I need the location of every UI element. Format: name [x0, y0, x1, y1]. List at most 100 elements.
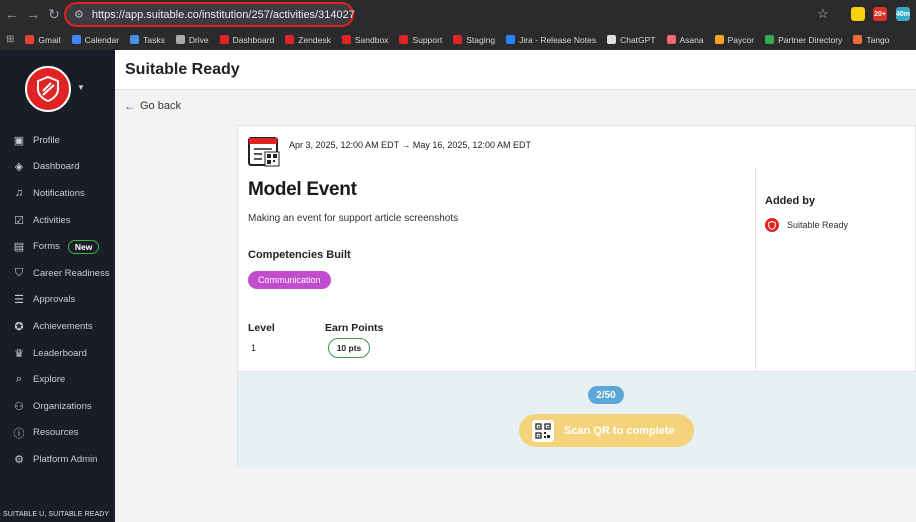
address-bar[interactable]: ⚙ https://app.suitable.co/institution/25… — [64, 2, 355, 27]
bookmark-label: Staging — [466, 34, 496, 45]
sidebar-item-organizations[interactable]: ⚇ Organizations — [0, 393, 115, 420]
bookmark-label: Paycor — [727, 34, 755, 45]
bookmark-partner-directory[interactable]: Partner Directory — [765, 35, 842, 45]
completion-panel: 2/50 Scan QR to complete — [238, 371, 916, 467]
bookmark-support[interactable]: Support — [399, 35, 442, 45]
go-back-link[interactable]: ← Go back — [124, 99, 181, 113]
sidebar-item-leaderboard[interactable]: ♛ Leaderboard — [0, 340, 115, 367]
bookmark-calendar[interactable]: Calendar — [71, 34, 120, 45]
sidebar-item-label: Leaderboard — [33, 347, 87, 359]
list-check-icon: ☰ — [14, 294, 24, 307]
sidebar-item-notifications[interactable]: ♫ Notifications — [0, 180, 115, 207]
sidebar-item-label: Achievements — [33, 320, 93, 332]
competency-chip: Communication — [248, 271, 331, 289]
competencies-heading: Competencies Built — [248, 249, 351, 261]
checkbox-icon: ☑ — [14, 214, 24, 227]
scan-qr-button[interactable]: Scan QR to complete — [519, 414, 694, 447]
bookmark-label: Dashboard — [232, 34, 275, 45]
bookmark-drive[interactable]: Drive — [175, 34, 209, 45]
sidebar-nav: ▣ Profile ◈ Dashboard ♫ Notifications ☑ Activit… — [0, 127, 115, 473]
sidebar-item-platform-admin[interactable]: ⚙ Platform Admin — [0, 446, 115, 473]
column-divider — [755, 168, 756, 371]
profile-icon: ▣ — [13, 134, 25, 147]
new-badge: New — [67, 239, 100, 254]
level-value: 1 — [251, 343, 257, 353]
bookmark-jira-release-notes[interactable]: Jira - Release Notes — [506, 35, 596, 45]
reload-icon[interactable]: ↻ — [45, 5, 63, 23]
bookmark-favicon-icon — [853, 35, 863, 44]
sidebar-item-achievements[interactable]: ✪ Achievements — [0, 313, 115, 340]
sidebar-item-forms[interactable]: ▤ Forms New — [0, 233, 115, 260]
bookmark-favicon-icon — [71, 35, 81, 44]
org-logo-icon — [765, 218, 779, 232]
added-by-heading: Added by — [765, 195, 816, 207]
bookmark-label: Drive — [188, 34, 209, 45]
sidebar-item-career-readiness[interactable]: ⛉ Career Readiness — [0, 260, 115, 287]
shield-logo-icon — [37, 76, 59, 102]
sidebar-item-label: Organizations — [33, 400, 92, 412]
bookmark-chatgpt[interactable]: ChatGPT — [607, 35, 656, 45]
logo-caret-icon[interactable]: ▼ — [77, 83, 85, 92]
sidebar-item-label: Profile — [33, 134, 60, 146]
bookmark-dashboard[interactable]: Dashboard — [219, 34, 275, 45]
apps-grid-icon[interactable]: ⊞ — [6, 34, 14, 45]
bookmark-label: Asana — [679, 34, 704, 45]
bookmark-favicon-icon — [765, 35, 775, 44]
bookmark-label: Jira - Release Notes — [519, 34, 597, 45]
bookmark-tasks[interactable]: Tasks — [130, 35, 165, 45]
bookmark-asana[interactable]: Asana — [666, 34, 704, 45]
bookmark-label: Tasks — [143, 34, 165, 45]
sidebar-item-profile[interactable]: ▣ Profile — [0, 127, 115, 154]
shield-icon: ⛉ — [14, 266, 24, 279]
bookmark-sandbox[interactable]: Sandbox — [341, 35, 388, 45]
bell-icon: ♫ — [14, 187, 24, 200]
page-header: Suitable Ready — [115, 50, 916, 90]
sidebar-item-label: Approvals — [33, 294, 76, 306]
bookmark-star-icon[interactable]: ☆ — [817, 6, 829, 22]
bookmark-favicon-icon — [607, 35, 617, 44]
event-date-range: Apr 3, 2025, 12:00 AM EDT → May 16, 2025… — [289, 140, 531, 150]
added-by-org[interactable]: Suitable Ready — [765, 218, 848, 232]
back-arrow-icon[interactable]: ← — [3, 5, 21, 23]
site-settings-icon[interactable]: ⚙ — [74, 8, 84, 21]
qr-code-icon — [532, 419, 554, 442]
url-text: https://app.suitable.co/institution/257/… — [91, 8, 355, 21]
earn-points-label: Earn Points — [325, 322, 384, 334]
bookmark-favicon-icon — [219, 35, 229, 44]
sidebar-item-label: Dashboard — [33, 161, 80, 173]
bookmark-zendesk[interactable]: Zendesk — [285, 35, 331, 45]
suitable-logo[interactable] — [25, 66, 71, 112]
sidebar-item-activities[interactable]: ☑ Activities — [0, 207, 115, 234]
bookmark-gmail[interactable]: Gmail — [25, 35, 61, 45]
sidebar-item-label: Platform Admin — [33, 453, 98, 465]
go-back-label: Go back — [140, 100, 181, 112]
dashboard-icon: ◈ — [14, 161, 24, 174]
bookmark-favicon-icon — [453, 35, 463, 44]
bookmark-paycor[interactable]: Paycor — [714, 34, 755, 45]
ext-red-icon[interactable]: 20+ — [873, 7, 887, 21]
info-icon: ⓘ — [13, 427, 25, 440]
sidebar: ▼ ▣ Profile ◈ Dashboard ♫ Notifications ☑ Activ… — [0, 50, 115, 522]
sidebar-item-approvals[interactable]: ☰ Approvals — [0, 287, 115, 314]
points-badge: 10 pts — [328, 338, 370, 358]
event-card: Apr 3, 2025, 12:00 AM EDT → May 16, 2025… — [237, 125, 916, 467]
form-icon: ▤ — [13, 241, 25, 254]
bookmark-favicon-icon — [399, 35, 409, 44]
bookmark-staging[interactable]: Staging — [453, 35, 495, 45]
bookmark-favicon-icon — [130, 35, 140, 44]
sidebar-footer: SUITABLE U, SUITABLE READY — [3, 511, 110, 518]
bookmark-label: Calendar — [84, 34, 120, 45]
forward-arrow-icon[interactable]: → — [24, 5, 42, 23]
ext-yellow-icon[interactable] — [851, 7, 865, 21]
level-label: Level — [248, 322, 275, 334]
bookmark-label: Zendesk — [298, 34, 331, 45]
event-description: Making an event for support article scre… — [248, 213, 459, 224]
calendar-qr-icon — [248, 137, 280, 167]
bookmark-tango[interactable]: Tango — [853, 35, 890, 45]
bookmark-favicon-icon — [175, 35, 185, 44]
sidebar-item-label: Explore — [33, 374, 66, 386]
ext-timer-icon[interactable]: 40m — [896, 7, 910, 21]
sidebar-item-resources[interactable]: ⓘ Resources — [0, 420, 115, 447]
sidebar-item-explore[interactable]: ⌕ Explore — [0, 366, 115, 393]
sidebar-item-dashboard[interactable]: ◈ Dashboard — [0, 154, 115, 181]
